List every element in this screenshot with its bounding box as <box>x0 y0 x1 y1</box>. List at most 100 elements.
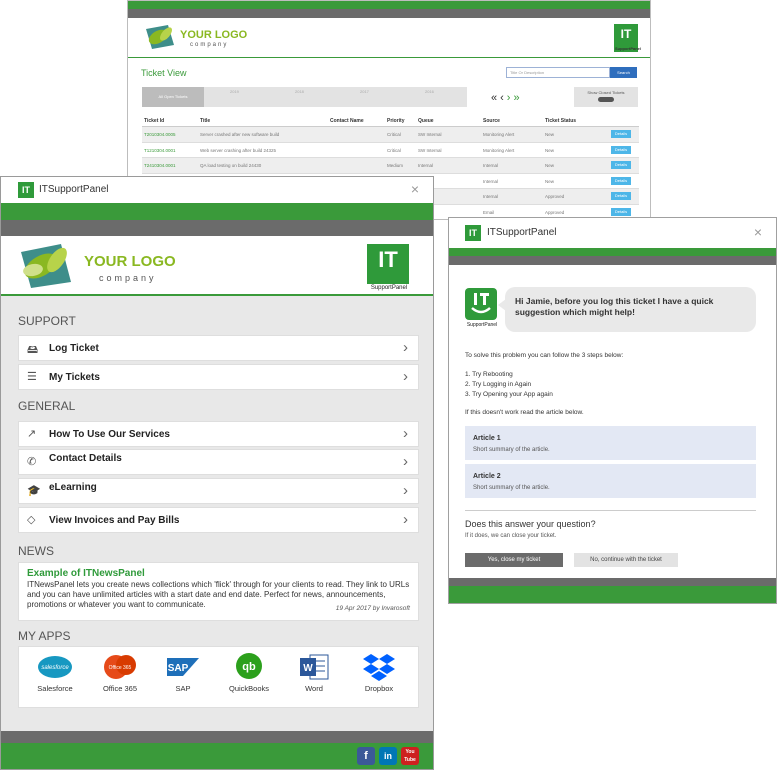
details-button[interactable]: Details <box>611 130 631 138</box>
chat-bubble: Hi Jamie, before you log this ticket I h… <box>498 287 756 332</box>
app-dropbox[interactable]: Dropbox <box>349 652 409 693</box>
logo-header: YOUR LOGO company IT SupportPanel <box>1 236 433 296</box>
header-green-strip <box>449 248 776 256</box>
details-button[interactable]: Details <box>611 145 631 154</box>
suggestion-dialog: IT ITSupportPanel × SupportPanel Hi Jami… <box>448 217 777 604</box>
linkedin-icon[interactable]: in <box>379 747 397 765</box>
external-link-icon: ↗ <box>27 428 37 440</box>
details-button[interactable]: Details <box>611 176 631 185</box>
chevron-right-icon: › <box>403 368 408 385</box>
app-quickbooks[interactable]: qb QuickBooks <box>219 652 279 693</box>
all-open-tickets-filter[interactable]: All Open Tickets <box>142 87 204 107</box>
menu-item-my-tickets[interactable]: ☰ My Tickets › <box>18 364 419 390</box>
svg-text:qb: qb <box>242 661 256 673</box>
chevron-right-icon: › <box>403 482 408 499</box>
year-label[interactable]: 2016 <box>425 89 434 94</box>
graduation-cap-icon: 🎓 <box>27 485 41 497</box>
svg-text:SAP: SAP <box>168 663 189 674</box>
tag-icon: ◇ <box>27 514 36 526</box>
table-row[interactable]: T1210304.0001 Web server crashing after … <box>142 143 639 158</box>
details-button[interactable]: Details <box>611 207 631 216</box>
chevron-right-icon: › <box>403 453 408 470</box>
section-heading-general: GENERAL <box>18 399 76 413</box>
article-title: Article 2 <box>473 473 501 480</box>
header-grey-strip <box>128 9 650 18</box>
app-badge-icon: IT <box>465 225 481 241</box>
header-green-strip <box>128 1 650 9</box>
window-titlebar: IT ITSupportPanel × <box>1 177 433 203</box>
app-sap[interactable]: SAP SAP <box>153 652 213 693</box>
logo-subtext: company <box>99 273 157 283</box>
apps-grid: salesforce Salesforce Office 365 Office … <box>18 646 419 708</box>
logo-text: YOUR LOGO <box>84 253 176 270</box>
logo-text: YOUR LOGO <box>180 29 248 41</box>
it-logo: IT <box>367 244 409 284</box>
close-icon[interactable]: × <box>411 181 419 197</box>
article-card[interactable]: Article 2 Short summary of the article. <box>465 464 756 498</box>
app-word[interactable]: W Word <box>284 652 344 693</box>
answer-question: Does this answer your question? <box>465 519 596 529</box>
list-icon: ☰ <box>27 371 37 383</box>
menu-item-invoices[interactable]: ◇ View Invoices and Pay Bills › <box>18 507 419 533</box>
menu-item-log-ticket[interactable]: 🖴 Log Ticket › <box>18 335 419 361</box>
article-card[interactable]: Article 1 Short summary of the article. <box>465 426 756 460</box>
year-label[interactable]: 2017 <box>360 89 369 94</box>
header-green-strip <box>1 203 433 220</box>
logo-leaves-icon <box>146 25 174 49</box>
app-office-365[interactable]: Office 365 Office 365 <box>90 652 150 693</box>
article-title: Article 1 <box>473 435 501 442</box>
search-button[interactable]: Search <box>610 67 637 78</box>
menu-item-elearning[interactable]: 🎓 eLearning › <box>18 478 419 504</box>
dropbox-icon <box>361 652 397 682</box>
svg-text:Office 365: Office 365 <box>109 665 132 671</box>
table-row[interactable]: T2010304.0005 Server crashed after new s… <box>142 127 639 143</box>
dialog-title: ITSupportPanel <box>487 227 557 238</box>
close-icon[interactable]: × <box>754 224 762 240</box>
page-title: Ticket View <box>141 68 187 78</box>
it-logo: IT SupportPanel <box>614 24 641 52</box>
close-ticket-button[interactable]: Yes, close my ticket <box>465 553 563 567</box>
assistant-avatar <box>465 288 497 320</box>
year-label[interactable]: 2019 <box>230 89 239 94</box>
toggle-switch[interactable] <box>598 97 614 102</box>
year-filter[interactable]: All Open Tickets 2019 2018 2017 2016 <box>142 87 467 107</box>
footer-grey-strip <box>1 731 433 743</box>
news-card[interactable]: Example of ITNewsPanel ITNewsPanel lets … <box>18 562 419 621</box>
menu-item-how-to-use[interactable]: ↗ How To Use Our Services › <box>18 421 419 447</box>
log-ticket-icon: 🖴 <box>27 344 39 356</box>
article-summary: Short summary of the article. <box>473 485 550 491</box>
chevron-right-icon: › <box>403 511 408 528</box>
window-title: ITSupportPanel <box>39 184 109 195</box>
steps-intro: To solve this problem you can follow the… <box>465 352 624 359</box>
step-item: 1. Try Rebooting <box>465 371 513 378</box>
smile-logo-icon <box>471 293 491 314</box>
youtube-icon[interactable]: You Tube <box>401 747 419 765</box>
news-title[interactable]: Example of ITNewsPanel <box>27 568 145 579</box>
salesforce-icon: salesforce <box>37 652 73 682</box>
answer-question-sub: If it does, we can close your ticket. <box>465 533 557 539</box>
section-heading-my-apps: MY APPS <box>18 629 71 643</box>
sap-icon: SAP <box>165 652 201 682</box>
svg-text:W: W <box>303 663 313 674</box>
ticket-view-header: YOUR LOGO company IT SupportPanel <box>128 18 650 58</box>
details-button[interactable]: Details <box>611 192 631 200</box>
details-button[interactable]: Details <box>611 161 631 169</box>
continue-ticket-button[interactable]: No, continue with the ticket <box>574 553 678 567</box>
year-label[interactable]: 2018 <box>295 89 304 94</box>
quickbooks-icon: qb <box>231 652 267 682</box>
header-grey-strip <box>449 256 776 265</box>
logo-leaves-icon <box>21 244 71 288</box>
dialog-titlebar: IT ITSupportPanel × <box>449 218 776 248</box>
table-row[interactable]: T2410304.0001 QA load testing on build 2… <box>142 158 639 174</box>
app-salesforce[interactable]: salesforce Salesforce <box>25 652 85 693</box>
search-input[interactable]: Title Or Description <box>506 67 610 78</box>
word-icon: W <box>296 652 332 682</box>
it-support-panel: IT ITSupportPanel × YOUR LOGO company IT… <box>0 176 434 770</box>
facebook-icon[interactable]: f <box>357 747 375 765</box>
show-closed-toggle[interactable]: Show Closed Tickets <box>574 87 638 107</box>
menu-item-contact-details[interactable]: ✆ Contact Details › <box>18 449 419 475</box>
it-logo-subtext: SupportPanel <box>370 285 408 291</box>
pagination-arrows[interactable]: «‹›» <box>491 92 523 104</box>
table-header: Ticket Id Title Contact Name Priority Qu… <box>142 113 639 127</box>
phone-icon: ✆ <box>27 456 37 468</box>
